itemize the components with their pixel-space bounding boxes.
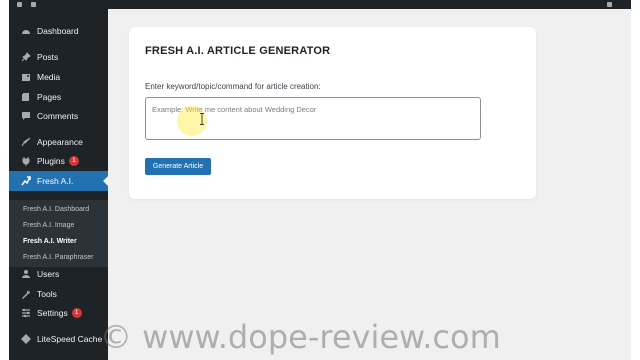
fresh-ai-submenu: Fresh A.I. Dashboard Fresh A.I. Image Fr… bbox=[9, 200, 108, 267]
media-icon bbox=[20, 72, 31, 83]
sidebar-item-label: Pages bbox=[37, 92, 62, 102]
submenu-item-fresh-ai-image[interactable]: Fresh A.I. Image bbox=[23, 222, 74, 229]
dashboard-icon bbox=[20, 26, 31, 37]
sidebar-item-label: Comments bbox=[37, 111, 79, 121]
sidebar-item-label: Tools bbox=[37, 289, 57, 299]
update-count-badge: 1 bbox=[68, 156, 79, 166]
user-menu-icon[interactable] bbox=[607, 2, 612, 7]
sidebar-item-posts[interactable]: Posts bbox=[9, 47, 108, 67]
users-icon bbox=[20, 269, 31, 280]
sidebar-item-pages[interactable]: Pages bbox=[9, 87, 108, 107]
sidebar-item-label: Appearance bbox=[37, 137, 83, 147]
watermark: © www.dope-review.com bbox=[100, 318, 501, 356]
sidebar-item-appearance[interactable]: Appearance bbox=[9, 132, 108, 152]
sidebar-item-label: Posts bbox=[37, 52, 59, 62]
sidebar-item-media[interactable]: Media bbox=[9, 67, 108, 87]
admin-bar bbox=[9, 0, 631, 9]
submenu-item-fresh-ai-paraphraser[interactable]: Fresh A.I. Paraphraser bbox=[23, 254, 93, 261]
sidebar-item-fresh-ai[interactable]: Fresh A.I. bbox=[9, 171, 108, 191]
wordpress-logo-icon[interactable] bbox=[17, 2, 22, 7]
generate-article-button[interactable]: Generate Article bbox=[145, 158, 211, 175]
pin-icon bbox=[20, 52, 31, 63]
sidebar-item-users[interactable]: Users bbox=[9, 264, 108, 284]
sidebar-item-litespeed-cache[interactable]: LiteSpeed Cache bbox=[9, 329, 108, 349]
sidebar-item-label: Dashboard bbox=[37, 26, 79, 36]
litespeed-icon bbox=[20, 334, 31, 345]
wrench-icon bbox=[20, 289, 31, 300]
sidebar-item-label: Users bbox=[37, 269, 60, 279]
sidebar-item-settings[interactable]: Settings 1 bbox=[9, 303, 108, 323]
sidebar-item-label: Settings bbox=[37, 308, 68, 318]
page-title: FRESH A.I. ARTICLE GENERATOR bbox=[145, 45, 331, 57]
brush-icon bbox=[20, 137, 31, 148]
submenu-item-fresh-ai-dashboard[interactable]: Fresh A.I. Dashboard bbox=[23, 206, 89, 213]
settings-icon bbox=[20, 308, 31, 319]
prompt-placeholder: Example: Write me content about Wedding … bbox=[152, 105, 317, 114]
app-window: Dashboard Posts Media Pages Comments App… bbox=[9, 0, 631, 360]
plugin-icon bbox=[20, 156, 31, 167]
prompt-label: Enter keyword/topic/command for article … bbox=[145, 82, 321, 91]
sidebar-item-label: LiteSpeed Cache bbox=[37, 334, 103, 344]
sidebar-item-tools[interactable]: Tools bbox=[9, 284, 108, 304]
sidebar-item-plugins[interactable]: Plugins 1 bbox=[9, 151, 108, 171]
current-menu-arrow bbox=[103, 176, 108, 186]
sidebar-item-label: Plugins bbox=[37, 156, 65, 166]
pages-icon bbox=[20, 92, 31, 103]
admin-sidebar: Dashboard Posts Media Pages Comments App… bbox=[9, 9, 108, 360]
ai-icon bbox=[20, 176, 31, 187]
sidebar-item-label: Media bbox=[37, 72, 61, 82]
sidebar-item-label: Fresh A.I. bbox=[37, 176, 74, 186]
text-cursor-icon bbox=[200, 113, 204, 125]
update-count-badge: 1 bbox=[71, 308, 82, 318]
sidebar-item-dashboard[interactable]: Dashboard bbox=[9, 21, 108, 41]
home-icon[interactable] bbox=[31, 2, 36, 7]
comment-icon bbox=[20, 111, 31, 122]
sidebar-item-comments[interactable]: Comments bbox=[9, 106, 108, 126]
submenu-item-fresh-ai-writer[interactable]: Fresh A.I. Writer bbox=[23, 238, 77, 245]
